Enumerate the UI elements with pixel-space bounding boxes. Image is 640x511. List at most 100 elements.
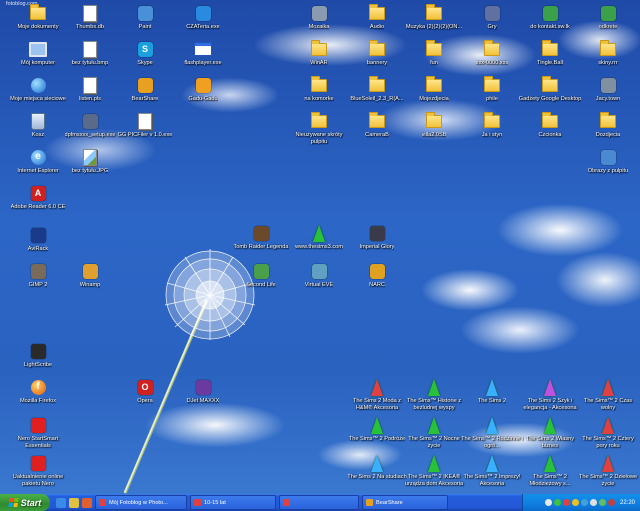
- desktop-icon-opera[interactable]: O Opera: [113, 378, 177, 405]
- desktop-icon-bez-tytulu-jpg[interactable]: bez tytułu.JPG: [58, 148, 122, 175]
- desktop-icon-ja-i-styn[interactable]: Ja i styn: [460, 111, 524, 139]
- desktop-icon-paint[interactable]: Paint: [113, 4, 177, 31]
- desktop-icon-sims2-moda[interactable]: The Sims 2 Moda z H&M® Akcesoria: [345, 378, 409, 411]
- desktop-icon-mojezdjecia[interactable]: Mojezdjecia: [402, 75, 466, 103]
- desktop-icon-uaktualnienie[interactable]: Uaktualnienie online pakietu Nero: [6, 454, 70, 487]
- sims-icon: [425, 378, 443, 396]
- desktop-icon-bluesoleil[interactable]: BlueSoleil_2.3_R(A...: [345, 75, 409, 103]
- opera-icon: O: [136, 378, 154, 396]
- task-app-icon: [99, 499, 106, 506]
- folder-icon: [483, 39, 501, 58]
- desktop-icon-lightscribe[interactable]: LightScribe: [6, 342, 70, 369]
- desktop-icon-tingle[interactable]: Tingle.Ball: [518, 39, 582, 67]
- tray-icon[interactable]: [580, 499, 588, 506]
- folder-icon: [368, 111, 386, 130]
- desktop-icon-djet[interactable]: DJet MAXXX: [171, 378, 235, 405]
- taskbar-button[interactable]: BearShare: [362, 495, 448, 510]
- desktop-icon-nero[interactable]: Nero StartSmart Essentials: [6, 416, 70, 449]
- taskbar-button[interactable]: 10-15 lat: [190, 495, 276, 510]
- desktop-icon-adobe[interactable]: A Adobe Reader 6.0 CE: [6, 184, 70, 211]
- desktop-icon-kolko[interactable]: odkrete: [576, 4, 640, 31]
- desktop-icon-gry[interactable]: Gry: [460, 4, 524, 31]
- desktop-icon-nieuzywane[interactable]: Nieużywane skróty pulpitu: [287, 111, 351, 145]
- desktop-icon-gadzety[interactable]: Gadżety Google Desktop: [518, 75, 582, 103]
- desktop-icon-phile[interactable]: phile: [460, 75, 524, 103]
- sims-icon: [310, 224, 328, 242]
- firefox-icon: f: [29, 378, 47, 396]
- ie-quicklaunch-icon[interactable]: [56, 497, 66, 508]
- tray-icon[interactable]: [571, 499, 579, 506]
- desktop-icon-sims2-dziel[interactable]: The Sims™ 2 Dziełowe życie: [576, 454, 640, 487]
- app-icon: [194, 4, 212, 22]
- quick-launch: [53, 497, 92, 508]
- desktop-icon-sims2-wlasny[interactable]: The Sims 2 Własny biznes: [518, 416, 582, 449]
- desktop-icon-bearshare-d[interactable]: BearShare: [113, 76, 177, 103]
- desktop-icon-camera[interactable]: CameraB: [345, 111, 409, 139]
- app-icon: [599, 148, 617, 166]
- desktop-icon-imperial[interactable]: Imperial Glory: [345, 224, 409, 251]
- start-button[interactable]: Start: [0, 494, 50, 511]
- desktop-icon-second-life[interactable]: Second Life: [229, 262, 293, 289]
- desktop-icon-label: Nero StartSmart Essentials: [17, 436, 59, 449]
- desktop-icon-firefox[interactable]: f Mozilla Firefox: [6, 378, 70, 405]
- desktop-icon-na-komorke[interactable]: na komorke: [287, 75, 351, 103]
- desktop-icon-label: NARC: [369, 282, 385, 288]
- taskbar-button[interactable]: [279, 495, 359, 510]
- media-quicklaunch-icon[interactable]: [82, 497, 92, 508]
- tray-icon[interactable]: [562, 499, 570, 506]
- clock[interactable]: 22:20: [620, 500, 635, 506]
- tray-icon[interactable]: [589, 499, 597, 506]
- desktop-icon-sims-historie[interactable]: The Sims™ Historie z bezludnej wyspy: [402, 378, 466, 411]
- desktop-icon-dozdjecia[interactable]: Dozdjecia: [576, 111, 640, 139]
- tray-icon[interactable]: [553, 499, 561, 506]
- desktop-icon-czcionka[interactable]: Czcionka: [518, 111, 582, 139]
- desktop-icon-label: Mojezdjecia: [419, 96, 449, 102]
- desktop-icon-label: The Sims™ Historie z bezludnej wyspy: [406, 398, 462, 411]
- desktop[interactable]: fotoblog.com Moje dokumenty Thumbs.db Pain…: [0, 0, 640, 494]
- desktop-icon-czat[interactable]: CZATeria.exe: [171, 4, 235, 31]
- desktop-icon-sims2-rodzinne[interactable]: The Sims™ 2 Rodzinne i ogró...: [460, 416, 524, 449]
- desktop-icon-avirack[interactable]: AviRack: [6, 226, 70, 253]
- desktop-icon-mozaika[interactable]: Mozaika: [287, 4, 351, 31]
- sims-icon: [368, 454, 386, 472]
- desktop-icon-sims2-ikea[interactable]: The Sims™ 2 IKEA® urządza dom Akcesoria: [402, 454, 466, 487]
- desktop-icon-skype[interactable]: S Skype: [113, 40, 177, 67]
- desktop-icon-sims2-szyk[interactable]: The Sims 2 Szyk i elegancja - Akcesoria: [518, 378, 582, 411]
- desktop-icon-sims2[interactable]: The Sims 2: [460, 378, 524, 405]
- desktop-icon-gg-pic[interactable]: GG PICFiler v 1.0.exe: [113, 112, 177, 139]
- desktop-icon-virtual-eve[interactable]: Virtual EVE: [287, 262, 351, 289]
- desktop-icon-xxx[interactable]: xxx-0000.xxx: [460, 39, 524, 67]
- desktop-icon-skiny[interactable]: skiny.rrr: [576, 39, 640, 67]
- desktop-icon-winar[interactable]: WinAR: [287, 39, 351, 67]
- desktop-icon-narc[interactable]: NARC: [345, 262, 409, 289]
- desktop-icon-label: Ja i styn: [481, 132, 503, 138]
- desktop-icon-thesims3[interactable]: www.thesims3.com: [287, 224, 351, 251]
- desktop-icon-zrzut[interactable]: do kontakt.sw.lk: [518, 4, 582, 31]
- desktop-icon-flashplayer[interactable]: flashplayer.exe: [171, 40, 235, 67]
- desktop-icon-audio[interactable]: Audio: [345, 3, 409, 31]
- taskbar-button[interactable]: Mój Fotoblog w Photo...: [95, 495, 187, 510]
- desktop-icon-fun[interactable]: fun: [402, 39, 466, 67]
- desktop-icon-sims2-mlodziezowy[interactable]: The Sims™ 2 Młodzieżowy s...: [518, 454, 582, 487]
- desktop-icon-obrazy[interactable]: Obrazy z pulpitu: [576, 148, 640, 175]
- desktop-icon-winamp[interactable]: Winamp: [58, 262, 122, 289]
- tray-icon[interactable]: [544, 499, 552, 506]
- tray-icon[interactable]: [598, 499, 606, 506]
- desktop-icon-jacy[interactable]: Jacy.town: [576, 76, 640, 103]
- desktop-icon-label: CameraB: [365, 132, 389, 138]
- desktop-icon-sims2-nocne[interactable]: The Sims™ 2 Nocne życie: [402, 416, 466, 449]
- desktop-icon-muzyka[interactable]: Muzyka (2)(2)(2)(ON...: [402, 3, 466, 31]
- desktop-icon-sims2-podroze[interactable]: The Sims™ 2 Podróże: [345, 416, 409, 443]
- tray-icon[interactable]: [607, 499, 615, 506]
- desktop-icon-sims2-imprezy[interactable]: The Sims™ 2 Imprezy! Akcesoria: [460, 454, 524, 487]
- desktop-icon-sims2-studiach[interactable]: The Sims 2 Na studiach: [345, 454, 409, 481]
- desktop-icon-villa[interactable]: villa2.0SB: [402, 111, 466, 139]
- desktop-icon-gadu[interactable]: Gadu-Gadu: [171, 76, 235, 103]
- desktop-icon-label: The Sims 2 Własny biznes: [525, 436, 575, 449]
- desktop-icon-tomb[interactable]: Tomb Raider Legenda: [229, 224, 293, 251]
- desktop-icon-sims2-cztery[interactable]: The Sims™ 2 Cztery pory roku: [576, 416, 640, 449]
- desktop-icon-bannery[interactable]: bannery: [345, 39, 409, 67]
- desktop-icon-sims2-czas[interactable]: The Sims™ 2 Czas wolny: [576, 378, 640, 411]
- desktop-quicklaunch-icon[interactable]: [69, 497, 79, 508]
- desktop-icon-label: Czcionka: [538, 132, 562, 138]
